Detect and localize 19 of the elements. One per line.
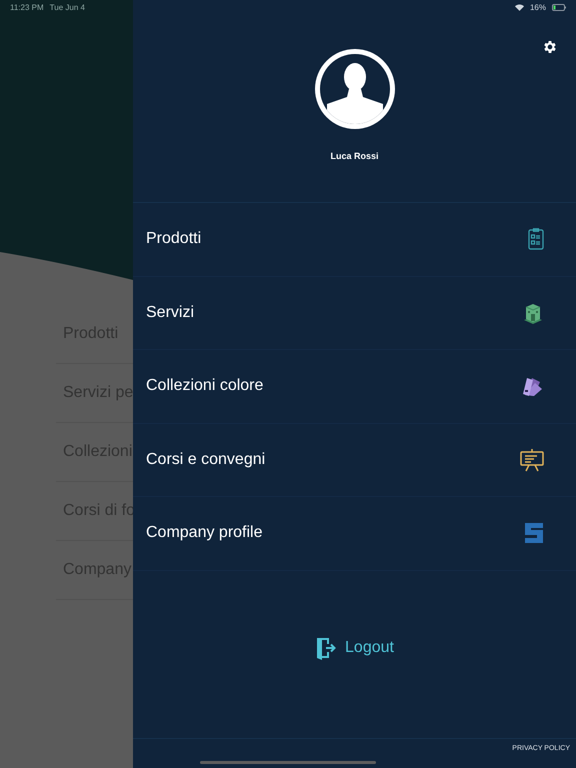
drawer-menu-item[interactable]: Collezioni colore (133, 350, 576, 424)
status-time: 11:23 PM (10, 2, 44, 12)
building-icon (522, 302, 544, 324)
color-swatch-icon (520, 375, 544, 398)
drawer-menu-item[interactable]: Servizi (133, 276, 576, 350)
battery-percentage: 16% (530, 2, 546, 12)
clipboard-icon (528, 228, 544, 250)
wifi-icon (514, 4, 524, 10)
settings-icon[interactable] (542, 39, 558, 55)
user-name: Luca Rossi (330, 151, 378, 161)
battery-icon (552, 4, 566, 10)
s-logo-icon (524, 522, 544, 544)
drawer-menu-item[interactable]: Corsi e convegni (133, 424, 576, 497)
status-date: Tue Jun 4 (50, 2, 85, 12)
drawer-menu-item[interactable]: Company profile (133, 497, 576, 570)
drawer-menu-item[interactable]: Prodotti (133, 203, 576, 276)
logout-button[interactable]: Logout (315, 636, 394, 660)
avatar-icon (312, 47, 396, 131)
presentation-board-icon (520, 448, 544, 472)
